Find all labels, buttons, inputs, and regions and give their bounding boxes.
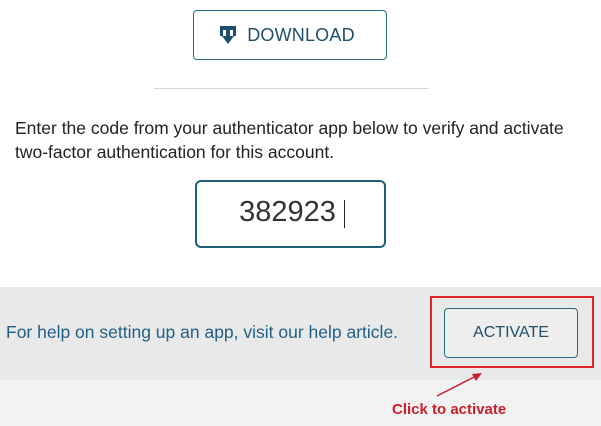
text-caret xyxy=(344,200,345,228)
footer-strip xyxy=(0,380,601,426)
code-input[interactable] xyxy=(197,182,384,246)
download-icon xyxy=(219,25,237,45)
section-divider xyxy=(154,88,429,89)
annotation-label: Click to activate xyxy=(392,401,507,418)
instructions-text: Enter the code from your authenticator a… xyxy=(15,118,564,162)
download-button-label: DOWNLOAD xyxy=(247,24,355,45)
code-input-field[interactable] xyxy=(195,180,386,248)
annotation-highlight-box xyxy=(430,296,594,368)
download-button[interactable]: DOWNLOAD xyxy=(193,10,387,60)
help-article-link[interactable]: For help on setting up an app, visit our… xyxy=(6,322,398,343)
